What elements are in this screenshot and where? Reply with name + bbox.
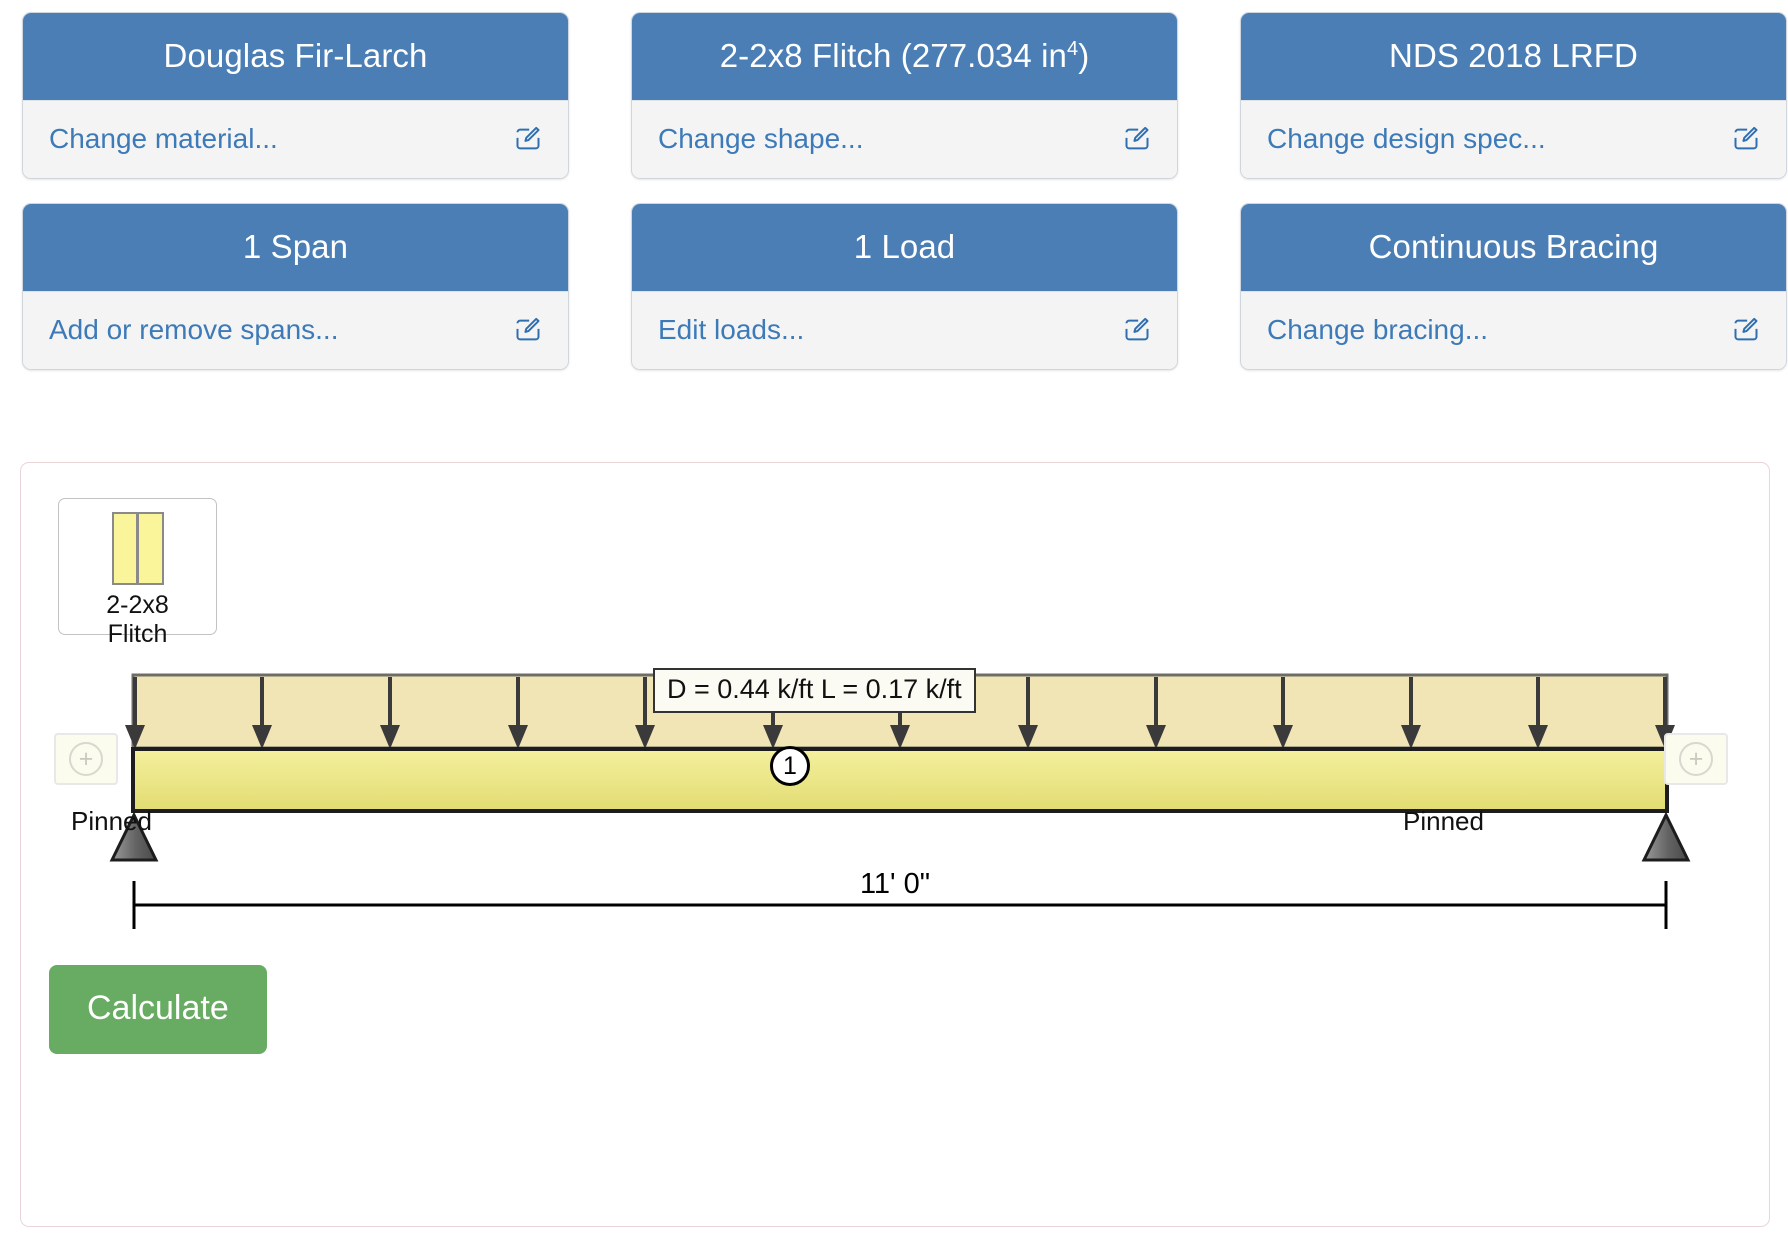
beam-calculator-page: Douglas Fir-Larch Change material... 2-2… bbox=[0, 0, 1788, 1244]
edit-icon[interactable] bbox=[1123, 125, 1151, 153]
card-design-spec[interactable]: NDS 2018 LRFD Change design spec... bbox=[1240, 12, 1787, 179]
edit-icon[interactable] bbox=[1123, 316, 1151, 344]
card-material-title: Douglas Fir-Larch bbox=[23, 13, 568, 100]
edit-icon[interactable] bbox=[1732, 125, 1760, 153]
card-loads[interactable]: 1 Load Edit loads... bbox=[631, 203, 1178, 370]
edit-icon[interactable] bbox=[514, 316, 542, 344]
card-bracing-action[interactable]: Change bracing... bbox=[1241, 291, 1786, 369]
span-length-label[interactable]: 11' 0" bbox=[21, 870, 1769, 899]
configuration-card-grid: Douglas Fir-Larch Change material... 2-2… bbox=[22, 12, 1787, 370]
card-bracing-action-label: Change bracing... bbox=[1267, 313, 1489, 345]
add-span-left-button[interactable]: + bbox=[54, 733, 118, 785]
support-left-label[interactable]: Pinned bbox=[71, 808, 152, 834]
support-pinned-right bbox=[1641, 811, 1691, 862]
card-shape-title: 2-2x8 Flitch (277.034 in4) bbox=[632, 13, 1177, 100]
card-bracing-title: Continuous Bracing bbox=[1241, 204, 1786, 291]
card-shape-action[interactable]: Change shape... bbox=[632, 100, 1177, 178]
edit-icon[interactable] bbox=[1732, 316, 1760, 344]
card-material-action[interactable]: Change material... bbox=[23, 100, 568, 178]
plus-icon: + bbox=[69, 742, 103, 776]
card-bracing[interactable]: Continuous Bracing Change bracing... bbox=[1240, 203, 1787, 370]
plus-icon: + bbox=[1679, 742, 1713, 776]
card-loads-action-label: Edit loads... bbox=[658, 313, 805, 345]
span-number-badge[interactable]: 1 bbox=[770, 746, 810, 786]
beam-stage bbox=[21, 463, 1771, 1228]
card-material[interactable]: Douglas Fir-Larch Change material... bbox=[22, 12, 569, 179]
card-design-spec-title: NDS 2018 LRFD bbox=[1241, 13, 1786, 100]
support-right-label[interactable]: Pinned bbox=[1403, 808, 1484, 834]
card-spans[interactable]: 1 Span Add or remove spans... bbox=[22, 203, 569, 370]
card-spans-title: 1 Span bbox=[23, 204, 568, 291]
shape-units-exponent: 4 bbox=[1066, 38, 1079, 60]
card-spans-action[interactable]: Add or remove spans... bbox=[23, 291, 568, 369]
load-magnitude-label[interactable]: D = 0.44 k/ft L = 0.17 k/ft bbox=[653, 668, 976, 714]
card-spans-action-label: Add or remove spans... bbox=[49, 313, 339, 345]
beam-diagram-panel: 2-2x8 Flitch + + D = 0.44 k/ft L = 0.17 … bbox=[20, 462, 1770, 1227]
beam-member bbox=[131, 747, 1669, 813]
calculate-button[interactable]: Calculate bbox=[49, 965, 267, 1054]
card-material-action-label: Change material... bbox=[49, 122, 278, 154]
card-loads-action[interactable]: Edit loads... bbox=[632, 291, 1177, 369]
card-shape-action-label: Change shape... bbox=[658, 122, 864, 154]
card-design-spec-action-label: Change design spec... bbox=[1267, 122, 1546, 154]
card-design-spec-action[interactable]: Change design spec... bbox=[1241, 100, 1786, 178]
add-span-right-button[interactable]: + bbox=[1664, 733, 1728, 785]
card-shape[interactable]: 2-2x8 Flitch (277.034 in4) Change shape.… bbox=[631, 12, 1178, 179]
card-loads-title: 1 Load bbox=[632, 204, 1177, 291]
edit-icon[interactable] bbox=[514, 125, 542, 153]
